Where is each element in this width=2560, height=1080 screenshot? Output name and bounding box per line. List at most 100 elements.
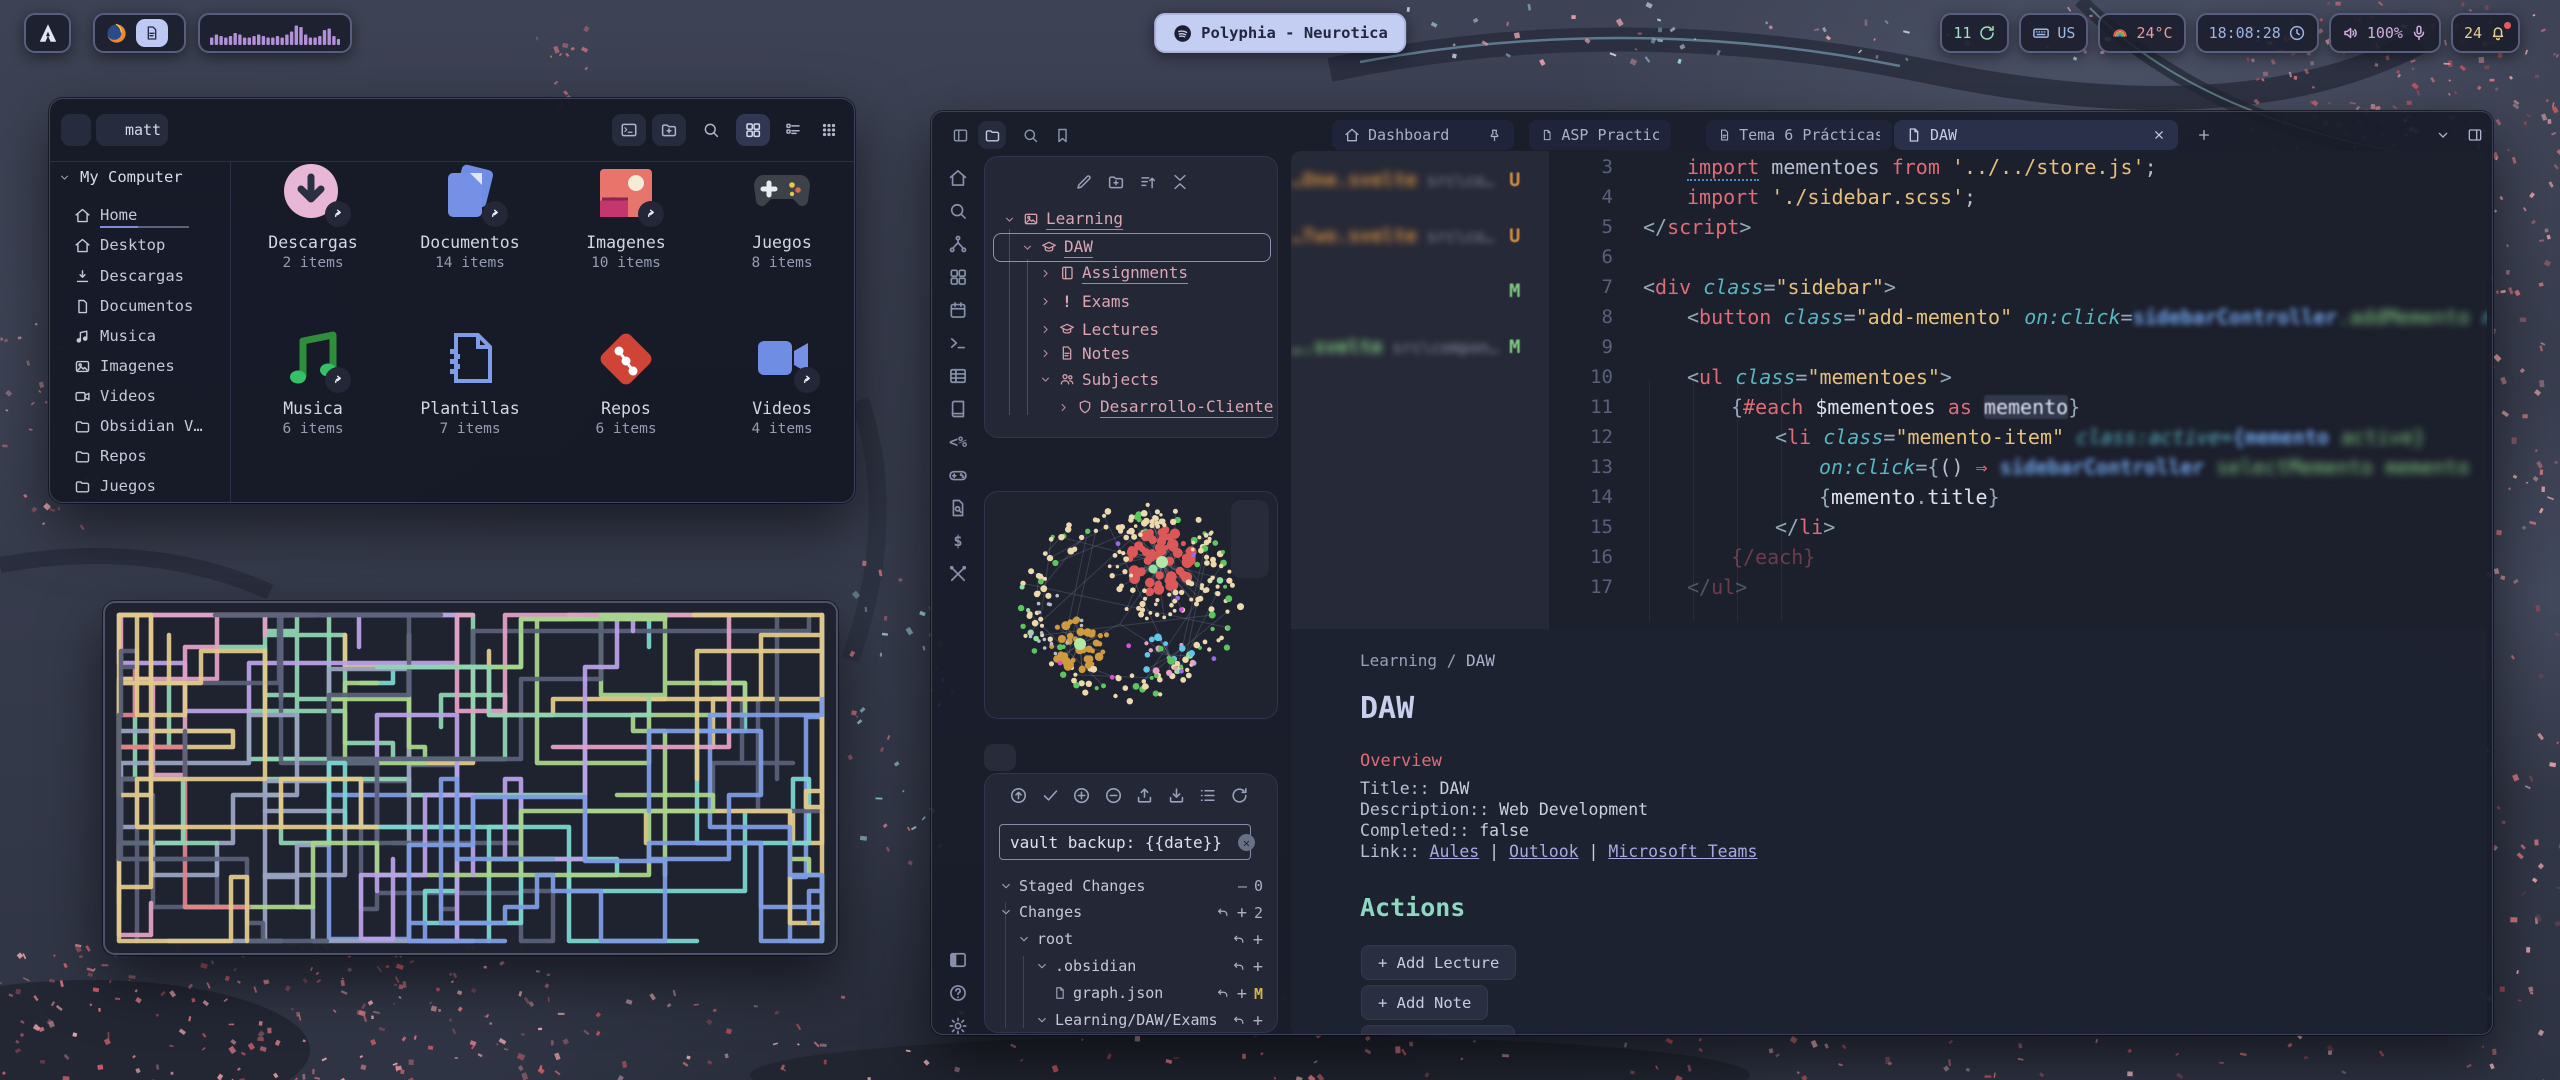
folder-tile-videos[interactable]: Videos4 items [707, 327, 855, 437]
stage-icon[interactable]: + [1253, 957, 1263, 977]
git-circle-plus-icon[interactable] [1072, 786, 1091, 805]
chevron-right-icon[interactable] [1039, 347, 1052, 360]
folder-tile-repos[interactable]: Repos6 items [551, 327, 701, 437]
chevron-down-icon[interactable] [1039, 373, 1052, 386]
chevron-icon[interactable] [999, 879, 1013, 893]
external-link-microsoft-teams[interactable]: Microsoft Teams [1608, 842, 1757, 861]
stage-icon[interactable]: + [1237, 903, 1247, 923]
sidebar-item-documentos[interactable]: Documentos [50, 293, 230, 319]
tab-dashboard[interactable]: Dashboard [1332, 120, 1514, 150]
tray-keyboard-layout[interactable]: US [2019, 13, 2088, 53]
git-row-learning-daw-exams[interactable]: Learning/DAW/Exams [1035, 1008, 1218, 1032]
tray-weather[interactable]: 24°C [2098, 13, 2185, 53]
chevron-icon[interactable] [1017, 932, 1031, 946]
sidebar-item-videos[interactable]: Videos [50, 383, 230, 409]
discard-icon[interactable] [1232, 933, 1246, 947]
git-checkm-icon[interactable] [1041, 786, 1060, 805]
discard-icon[interactable] [1216, 987, 1230, 1001]
folder-tile-juegos[interactable]: Juegos8 items [707, 161, 855, 271]
git-row-root[interactable]: root [1017, 927, 1073, 951]
explorer-pencil-icon[interactable] [1075, 173, 1093, 191]
chevron-icon[interactable] [999, 905, 1013, 919]
ribbon-home-icon[interactable] [948, 168, 968, 188]
firefox-icon[interactable] [105, 22, 128, 45]
tree-item-lectures[interactable]: Lectures [1039, 317, 1159, 341]
explorer-folder-plus-icon[interactable] [1107, 173, 1125, 191]
ribbon-help-icon[interactable] [948, 983, 968, 1003]
git-circle-minus-icon[interactable] [1104, 786, 1123, 805]
tab-asp-practice-6[interactable]: ASP Practice 6 [1529, 120, 1671, 150]
tray-clock[interactable]: 18:08:28 [2196, 13, 2319, 53]
commit-message-input[interactable] [999, 824, 1251, 860]
sidebar-item-juegos[interactable]: Juegos [50, 473, 230, 499]
launcher-button[interactable] [24, 13, 71, 53]
toolbar-new-folder-button[interactable] [652, 114, 686, 146]
ribbon-search-icon[interactable] [948, 201, 968, 221]
folder-tile-plantillas[interactable]: Plantillas7 items [395, 327, 545, 437]
ribbon-file-search-icon[interactable] [948, 498, 968, 518]
clear-commit-icon[interactable]: ✕ [1238, 834, 1255, 851]
close-tab-icon[interactable] [2152, 128, 2166, 142]
ribbon-layout-grid-icon[interactable] [948, 267, 968, 287]
tabbar-layout-right-button[interactable] [2462, 121, 2488, 149]
active-app-chip[interactable] [136, 19, 168, 47]
folder-tile-documentos[interactable]: Documentos14 items [395, 161, 545, 271]
now-playing-widget[interactable]: Polyphia - Neurotica [1154, 13, 1406, 53]
git-list-icon[interactable] [1198, 786, 1217, 805]
ribbon-calendar-icon[interactable] [948, 300, 968, 320]
git-row-staged-changes[interactable]: Staged Changes [999, 874, 1145, 898]
ribbon-dollar-icon[interactable]: $ [948, 531, 968, 551]
toolbar-list-view-button[interactable] [776, 114, 810, 146]
explorer-collapse-icon[interactable] [1171, 173, 1189, 191]
discard-icon[interactable] [1232, 1014, 1246, 1028]
unstage-icon[interactable]: — [1238, 877, 1247, 895]
tree-item-assignments[interactable]: Assignments [1039, 261, 1188, 285]
tree-item-notes[interactable]: Notes [1039, 341, 1130, 365]
ribbon-dock-left-icon[interactable] [948, 950, 968, 970]
toolbar-grid-view-button[interactable] [736, 114, 770, 146]
chevron-right-icon[interactable] [1039, 323, 1052, 336]
ribbon-gamepad-icon[interactable] [948, 465, 968, 485]
action-button-partial[interactable] [1361, 1025, 1515, 1035]
tree-item-subjects[interactable]: Subjects [1039, 367, 1159, 391]
git-upload-icon[interactable] [1135, 786, 1154, 805]
tab-daw[interactable]: DAW [1894, 120, 2178, 150]
ribbon-terminal-icon[interactable] [948, 333, 968, 353]
tray-updates[interactable]: 11 [1940, 13, 2009, 53]
stage-icon[interactable]: + [1253, 1011, 1263, 1031]
tabbar-chev-d-button[interactable] [2430, 121, 2456, 149]
sidebar-item-obsidianv[interactable]: Obsidian V… [50, 413, 230, 439]
folder-tile-descargas[interactable]: Descargas2 items [238, 161, 388, 271]
sidebar-section-header[interactable]: My Computer [50, 164, 230, 190]
stage-icon[interactable]: + [1237, 984, 1247, 1004]
tray-notifications[interactable]: 24 [2451, 13, 2520, 53]
graph-filter-wand-icon[interactable] [1240, 546, 1260, 566]
ribbon-codepc-icon[interactable]: <% [948, 432, 968, 452]
external-link-outlook[interactable]: Outlook [1509, 842, 1579, 861]
ribbon-book-icon[interactable] [948, 399, 968, 419]
git-download2-icon[interactable] [1167, 786, 1186, 805]
git-refresh-icon[interactable] [1230, 786, 1249, 805]
graph-settings-gear-icon[interactable] [1240, 510, 1260, 530]
git-circle-up-icon[interactable] [1009, 786, 1028, 805]
discard-icon[interactable] [1232, 960, 1246, 974]
window-search-button[interactable] [1016, 121, 1044, 149]
nav-back-button[interactable] [61, 114, 91, 146]
chevron-down-icon[interactable] [1021, 241, 1034, 254]
stage-icon[interactable]: + [1253, 930, 1263, 950]
ribbon-git-fork-icon[interactable] [948, 234, 968, 254]
new-tab-button[interactable] [2190, 121, 2218, 149]
nav-forward-button[interactable] [173, 114, 203, 146]
chevron-down-icon[interactable] [1003, 213, 1016, 226]
folder-tile-imagenes[interactable]: Imagenes10 items [551, 161, 701, 271]
git-row--obsidian[interactable]: .obsidian [1035, 954, 1136, 978]
ribbon-gear-icon[interactable] [948, 1016, 968, 1035]
chevron-right-icon[interactable] [1039, 295, 1052, 308]
ribbon-tools-icon[interactable] [948, 564, 968, 584]
explorer-sort-icon[interactable] [1139, 173, 1157, 191]
audio-visualizer-widget[interactable] [198, 13, 352, 53]
folder-tile-musica[interactable]: Musica6 items [238, 327, 388, 437]
workspace-apps-widget[interactable] [93, 13, 186, 53]
toolbar-search-button[interactable] [694, 114, 728, 146]
chevron-icon[interactable] [1035, 1013, 1049, 1027]
